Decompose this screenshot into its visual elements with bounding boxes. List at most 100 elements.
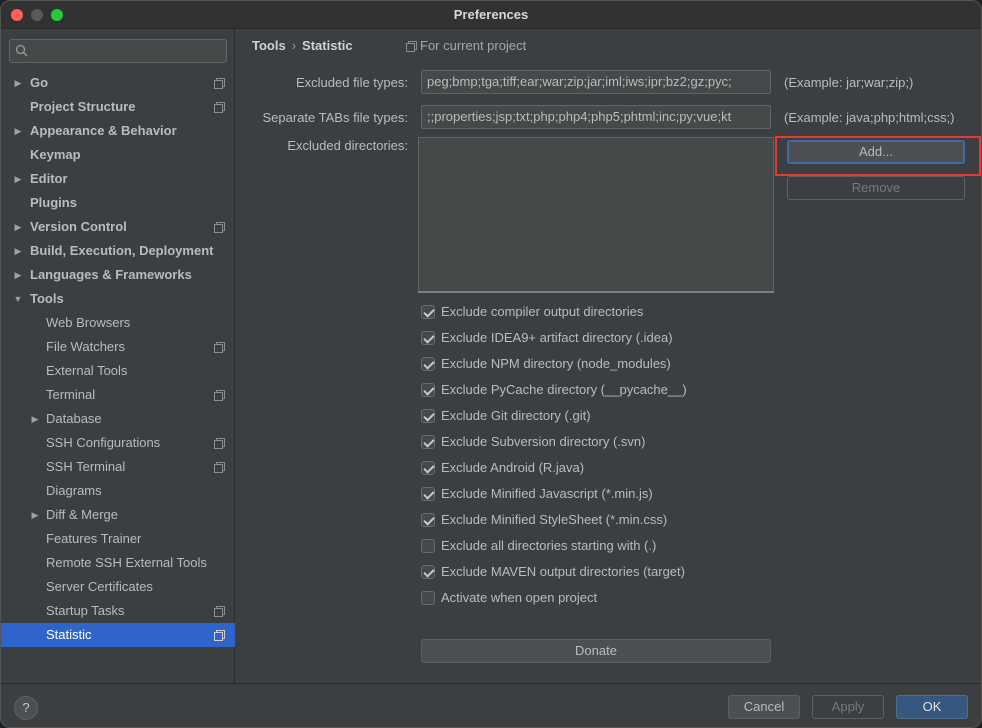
option-row[interactable]: Exclude MAVEN output directories (target… [421, 559, 881, 585]
sidebar-item-label: Go [30, 75, 49, 90]
sidebar-item-diff-merge[interactable]: ▶ Diff & Merge [1, 503, 235, 527]
option-label: Exclude Subversion directory (.svn) [441, 434, 646, 449]
cancel-button[interactable]: Cancel [728, 695, 800, 719]
chevron-right-icon[interactable]: ▶ [12, 119, 24, 143]
chevron-right-icon[interactable]: ▶ [12, 71, 24, 95]
option-row[interactable]: Exclude all directories starting with (.… [421, 533, 881, 559]
search-input[interactable] [34, 42, 222, 60]
option-row[interactable]: Exclude Minified Javascript (*.min.js) [421, 481, 881, 507]
sidebar-item-build-execution-deployment[interactable]: ▶ Build, Execution, Deployment [1, 239, 235, 263]
sidebar-item-appearance-behavior[interactable]: ▶ Appearance & Behavior [1, 119, 235, 143]
checkbox-checked[interactable] [421, 487, 435, 501]
checkbox-checked[interactable] [421, 461, 435, 475]
option-row[interactable]: Exclude Subversion directory (.svn) [421, 429, 881, 455]
sidebar-item-ssh-terminal[interactable]: SSH Terminal [1, 455, 235, 479]
checkbox-checked[interactable] [421, 357, 435, 371]
sidebar-item-startup-tasks[interactable]: Startup Tasks [1, 599, 235, 623]
sidebar-item-project-structure[interactable]: Project Structure [1, 95, 235, 119]
search-icon [15, 44, 29, 58]
settings-sidebar: ▶ Go Project Structure ▶ Appearance & Behavi… [1, 29, 235, 683]
checkbox-checked[interactable] [421, 513, 435, 527]
sidebar-item-version-control[interactable]: ▶ Version Control [1, 215, 235, 239]
sidebar-item-ssh-configurations[interactable]: SSH Configurations [1, 431, 235, 455]
project-scope-icon [406, 41, 417, 52]
sidebar-item-remote-ssh-external-tools[interactable]: Remote SSH External Tools [1, 551, 235, 575]
sidebar-item-file-watchers[interactable]: File Watchers [1, 335, 235, 359]
help-button[interactable]: ? [14, 696, 38, 720]
apply-button[interactable]: Apply [812, 695, 884, 719]
sidebar-item-label: Remote SSH External Tools [46, 555, 207, 570]
checkbox-checked[interactable] [421, 565, 435, 579]
sidebar-item-statistic[interactable]: Statistic [1, 623, 235, 647]
sidebar-item-external-tools[interactable]: External Tools [1, 359, 235, 383]
option-label: Exclude all directories starting with (.… [441, 538, 657, 553]
option-label: Exclude IDEA9+ artifact directory (.idea… [441, 330, 673, 345]
sidebar-item-label: File Watchers [46, 339, 125, 354]
settings-tree: ▶ Go Project Structure ▶ Appearance & Behavi… [1, 71, 235, 647]
sidebar-item-label: Features Trainer [46, 531, 142, 546]
chevron-down-icon[interactable]: ▼ [12, 287, 24, 311]
checkbox-unchecked[interactable] [421, 591, 435, 605]
option-row[interactable]: Exclude NPM directory (node_modules) [421, 351, 881, 377]
checkbox-checked[interactable] [421, 305, 435, 319]
option-label: Activate when open project [441, 590, 598, 605]
option-row[interactable]: Activate when open project [421, 585, 881, 611]
project-level-icon [214, 78, 225, 89]
sidebar-item-editor[interactable]: ▶ Editor [1, 167, 235, 191]
sidebar-item-features-trainer[interactable]: Features Trainer [1, 527, 235, 551]
project-level-icon [214, 222, 225, 233]
sidebar-item-web-browsers[interactable]: Web Browsers [1, 311, 235, 335]
chevron-right-icon[interactable]: ▶ [29, 503, 41, 527]
sidebar-item-label: Languages & Frameworks [30, 267, 192, 282]
ok-button[interactable]: OK [896, 695, 968, 719]
sidebar-item-label: SSH Configurations [46, 435, 161, 450]
project-level-icon [214, 606, 225, 617]
excluded-file-types-example: (Example: jar;war;zip;) [784, 75, 914, 90]
option-row[interactable]: Exclude PyCache directory (__pycache__) [421, 377, 881, 403]
sidebar-item-languages-frameworks[interactable]: ▶ Languages & Frameworks [1, 263, 235, 287]
sidebar-item-keymap[interactable]: Keymap [1, 143, 235, 167]
sidebar-item-diagrams[interactable]: Diagrams [1, 479, 235, 503]
option-label: Exclude PyCache directory (__pycache__) [441, 382, 687, 397]
separate-tabs-example: (Example: java;php;html;css;) [784, 110, 955, 125]
chevron-right-icon[interactable]: ▶ [12, 215, 24, 239]
sidebar-item-label: Statistic [46, 627, 92, 642]
checkbox-checked[interactable] [421, 331, 435, 345]
excluded-directories-list[interactable] [418, 137, 774, 293]
checkbox-checked[interactable] [421, 409, 435, 423]
checkbox-checked[interactable] [421, 435, 435, 449]
sidebar-item-label: Terminal [46, 387, 96, 402]
option-label: Exclude Git directory (.git) [441, 408, 591, 423]
sidebar-item-label: Editor [30, 171, 68, 186]
sidebar-item-go[interactable]: ▶ Go [1, 71, 235, 95]
option-row[interactable]: Exclude Minified StyleSheet (*.min.css) [421, 507, 881, 533]
option-row[interactable]: Exclude Android (R.java) [421, 455, 881, 481]
chevron-right-icon[interactable]: ▶ [12, 167, 24, 191]
sidebar-item-tools[interactable]: ▼ Tools [1, 287, 235, 311]
chevron-right-icon[interactable]: ▶ [12, 263, 24, 287]
option-label: Exclude compiler output directories [441, 304, 644, 319]
checkbox-unchecked[interactable] [421, 539, 435, 553]
option-row[interactable]: Exclude compiler output directories [421, 299, 881, 325]
add-directory-button[interactable]: Add... [787, 140, 965, 164]
sidebar-item-label: Project Structure [30, 99, 136, 114]
separate-tabs-input[interactable]: ;;properties;jsp;txt;php;php4;php5;phtml… [421, 105, 771, 129]
option-row[interactable]: Exclude Git directory (.git) [421, 403, 881, 429]
sidebar-item-label: Server Certificates [46, 579, 153, 594]
settings-search[interactable] [9, 39, 227, 63]
excluded-file-types-input[interactable]: peg;bmp;tga;tiff;ear;war;zip;jar;iml;iws… [421, 70, 771, 94]
sidebar-item-plugins[interactable]: Plugins [1, 191, 235, 215]
sidebar-item-server-certificates[interactable]: Server Certificates [1, 575, 235, 599]
donate-button[interactable]: Donate [421, 639, 771, 663]
chevron-right-icon[interactable]: ▶ [29, 407, 41, 431]
sidebar-item-terminal[interactable]: Terminal [1, 383, 235, 407]
dialog-footer: ? Cancel Apply OK [1, 683, 981, 727]
sidebar-item-database[interactable]: ▶ Database [1, 407, 235, 431]
remove-directory-button[interactable]: Remove [787, 176, 965, 200]
checkbox-checked[interactable] [421, 383, 435, 397]
chevron-right-icon[interactable]: ▶ [12, 239, 24, 263]
excluded-file-types-label: Excluded file types: [295, 75, 408, 90]
option-row[interactable]: Exclude IDEA9+ artifact directory (.idea… [421, 325, 881, 351]
window-title: Preferences [453, 7, 529, 22]
breadcrumb-parent[interactable]: Tools [252, 38, 286, 53]
